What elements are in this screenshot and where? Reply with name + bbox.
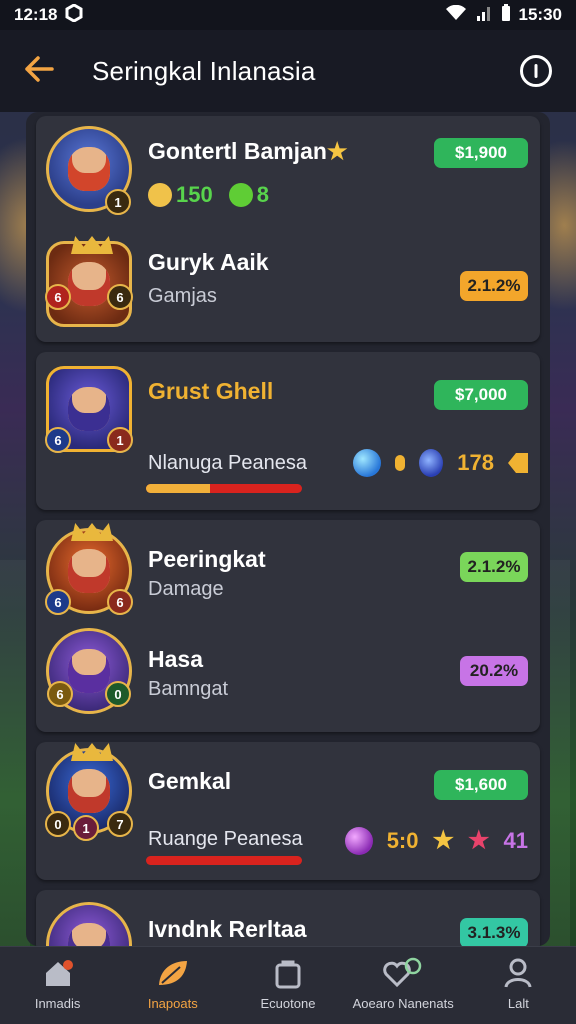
back-arrow-icon[interactable] <box>24 54 68 88</box>
home-icon <box>42 957 74 993</box>
player-row[interactable]: 6 1 Grust Ghell Nlanuga Peanesa $7,000 0… <box>36 352 540 510</box>
player-name: Ivndnk Rerltaa <box>148 916 307 942</box>
progress-bar <box>146 484 302 493</box>
blue-orb-icon <box>353 449 382 477</box>
user-icon <box>503 957 533 993</box>
status-time-left: 12:18 <box>14 5 58 24</box>
nav-item-aoearo[interactable]: Aoearo Nanenats <box>348 957 458 1010</box>
level-badge: 1 <box>107 427 133 453</box>
level-badge: 0 <box>105 681 131 707</box>
percent-badge: 2.1.2% <box>460 552 528 582</box>
player-name: Gemkal <box>148 768 232 794</box>
level-badge: 6 <box>107 589 133 615</box>
level-badge: 6 <box>45 284 71 310</box>
star-icon: ★ <box>326 138 348 164</box>
leaderboard-card[interactable]: 1 Gontertl Bamjan★ 150 8 $1,900 6 6 Gury… <box>36 116 540 342</box>
player-subtitle: Ruange Peanesa <box>148 828 303 850</box>
nav-label: Lalt <box>507 996 529 1011</box>
player-subtitle: Damage <box>148 578 224 600</box>
percent-badge: 20.2% <box>460 656 528 686</box>
progress-fill <box>146 484 210 493</box>
leaderboard-card[interactable]: 0 1 7 Gemkal Ruange Peanesa $1,600 5:0 ★… <box>36 742 540 880</box>
stat-wins: 8 <box>228 182 269 208</box>
player-subtitle: Bamngat <box>148 678 229 700</box>
heart-icon <box>383 957 423 993</box>
nav-item-home[interactable]: Inmadis <box>3 957 113 1010</box>
player-icons: 0 178 <box>353 449 528 477</box>
leaderboard-card[interactable]: 6 6 Peeringkat Damage 2.1.2% 6 0 Hasa Ba… <box>36 520 540 732</box>
value-badge: $1,600 <box>434 770 528 800</box>
battery-icon <box>501 3 511 27</box>
level-badge: 6 <box>107 284 133 310</box>
player-row[interactable]: 6 6 Guryk Aaik Gamjas 2.1.2% <box>36 231 540 346</box>
player-name: Gontertl Bamjan★ <box>148 138 348 164</box>
player-name: Peeringkat <box>148 546 266 572</box>
green-orb-icon <box>228 183 253 207</box>
value-badge: $1,900 <box>434 138 528 168</box>
app-header: Seringkal Inlanasia <box>0 30 576 112</box>
player-subtitle: Nlanuga Peanesa <box>148 452 308 474</box>
nav-label: Aoearo Nanenats <box>352 996 454 1011</box>
level-badge: 1 <box>105 189 131 215</box>
level-badge: 7 <box>107 811 133 837</box>
icon-value: 5:0 <box>386 827 419 853</box>
player-stats: 150 8 <box>148 182 269 208</box>
status-time-right: 15:30 <box>518 5 562 24</box>
player-row[interactable]: 6 6 Peeringkat Damage 2.1.2% <box>36 520 540 624</box>
progress-bar <box>146 856 302 865</box>
player-avatar: 1 <box>46 126 132 215</box>
nav-label: Inapoats <box>147 996 198 1011</box>
status-bar: 12:18 15:30 <box>0 0 576 30</box>
notification-icon <box>65 2 83 27</box>
level-badge: 6 <box>47 681 73 707</box>
signal-icon <box>475 5 493 26</box>
page-title: Seringkal Inlanasia <box>92 55 316 86</box>
leaf-icon <box>156 957 190 993</box>
wifi-icon <box>445 4 467 26</box>
coin-icon <box>395 455 406 471</box>
level-badge: 0 <box>45 811 71 837</box>
shield-icon <box>419 449 444 477</box>
player-avatar: 6 6 <box>45 236 133 327</box>
percent-badge: 3.1.3% <box>460 918 528 946</box>
player-avatar: 6 6 <box>45 523 133 615</box>
level-badge: 6 <box>45 427 71 453</box>
purple-orb-icon <box>344 826 373 855</box>
player-row[interactable]: 6 0 Hasa Bamngat 20.2% <box>36 624 540 728</box>
player-avatar: 6 1 <box>45 366 133 453</box>
tag-icon <box>508 453 528 473</box>
player-avatar <box>46 902 132 946</box>
bottom-nav: Inmadis Inapoats Ecuotone Aoearo Nanenat… <box>0 946 576 1024</box>
pink-star-icon: ★ <box>468 827 490 854</box>
stat-score: 150 <box>148 182 213 208</box>
player-row[interactable]: 0 1 7 Gemkal Ruange Peanesa $1,600 5:0 ★… <box>36 742 540 880</box>
player-avatar: 0 1 7 <box>45 743 133 841</box>
leaderboard-card[interactable]: 6 1 Grust Ghell Nlanuga Peanesa $7,000 0… <box>36 352 540 510</box>
emoji-icon <box>148 183 172 207</box>
player-name: Guryk Aaik <box>148 249 269 275</box>
nav-item-lalt[interactable]: Lalt <box>463 957 573 1010</box>
icon-value: 178 <box>457 450 494 475</box>
level-badge: 6 <box>45 589 71 615</box>
player-row[interactable]: Ivndnk Rerltaa 3.1.3% <box>36 890 540 946</box>
value-badge: $7,000 <box>434 380 528 410</box>
player-name: Grust Ghell <box>148 378 274 404</box>
nav-label: Ecuotone <box>260 996 316 1011</box>
player-subtitle: Gamjas <box>148 285 217 307</box>
level-badge: 1 <box>73 815 99 841</box>
player-row[interactable]: 1 Gontertl Bamjan★ 150 8 $1,900 <box>36 116 540 231</box>
player-icons: 5:0 ★ ★ 41 <box>344 826 528 855</box>
nav-item-ecuotone[interactable]: Ecuotone <box>233 957 343 1010</box>
player-avatar: 6 0 <box>46 628 132 714</box>
info-icon[interactable] <box>520 55 552 87</box>
icon-value: 41 <box>503 827 528 853</box>
leaderboard-card[interactable]: Ivndnk Rerltaa 3.1.3% <box>36 890 540 946</box>
player-name: Hasa <box>148 646 203 672</box>
leaderboard-panel: 1 Gontertl Bamjan★ 150 8 $1,900 6 6 Gury… <box>26 112 550 946</box>
bag-icon <box>273 957 303 993</box>
nav-item-inapoats[interactable]: Inapoats <box>118 957 228 1010</box>
star-icon: ★ <box>432 827 454 854</box>
percent-badge: 2.1.2% <box>460 271 528 301</box>
nav-label: Inmadis <box>34 996 81 1011</box>
